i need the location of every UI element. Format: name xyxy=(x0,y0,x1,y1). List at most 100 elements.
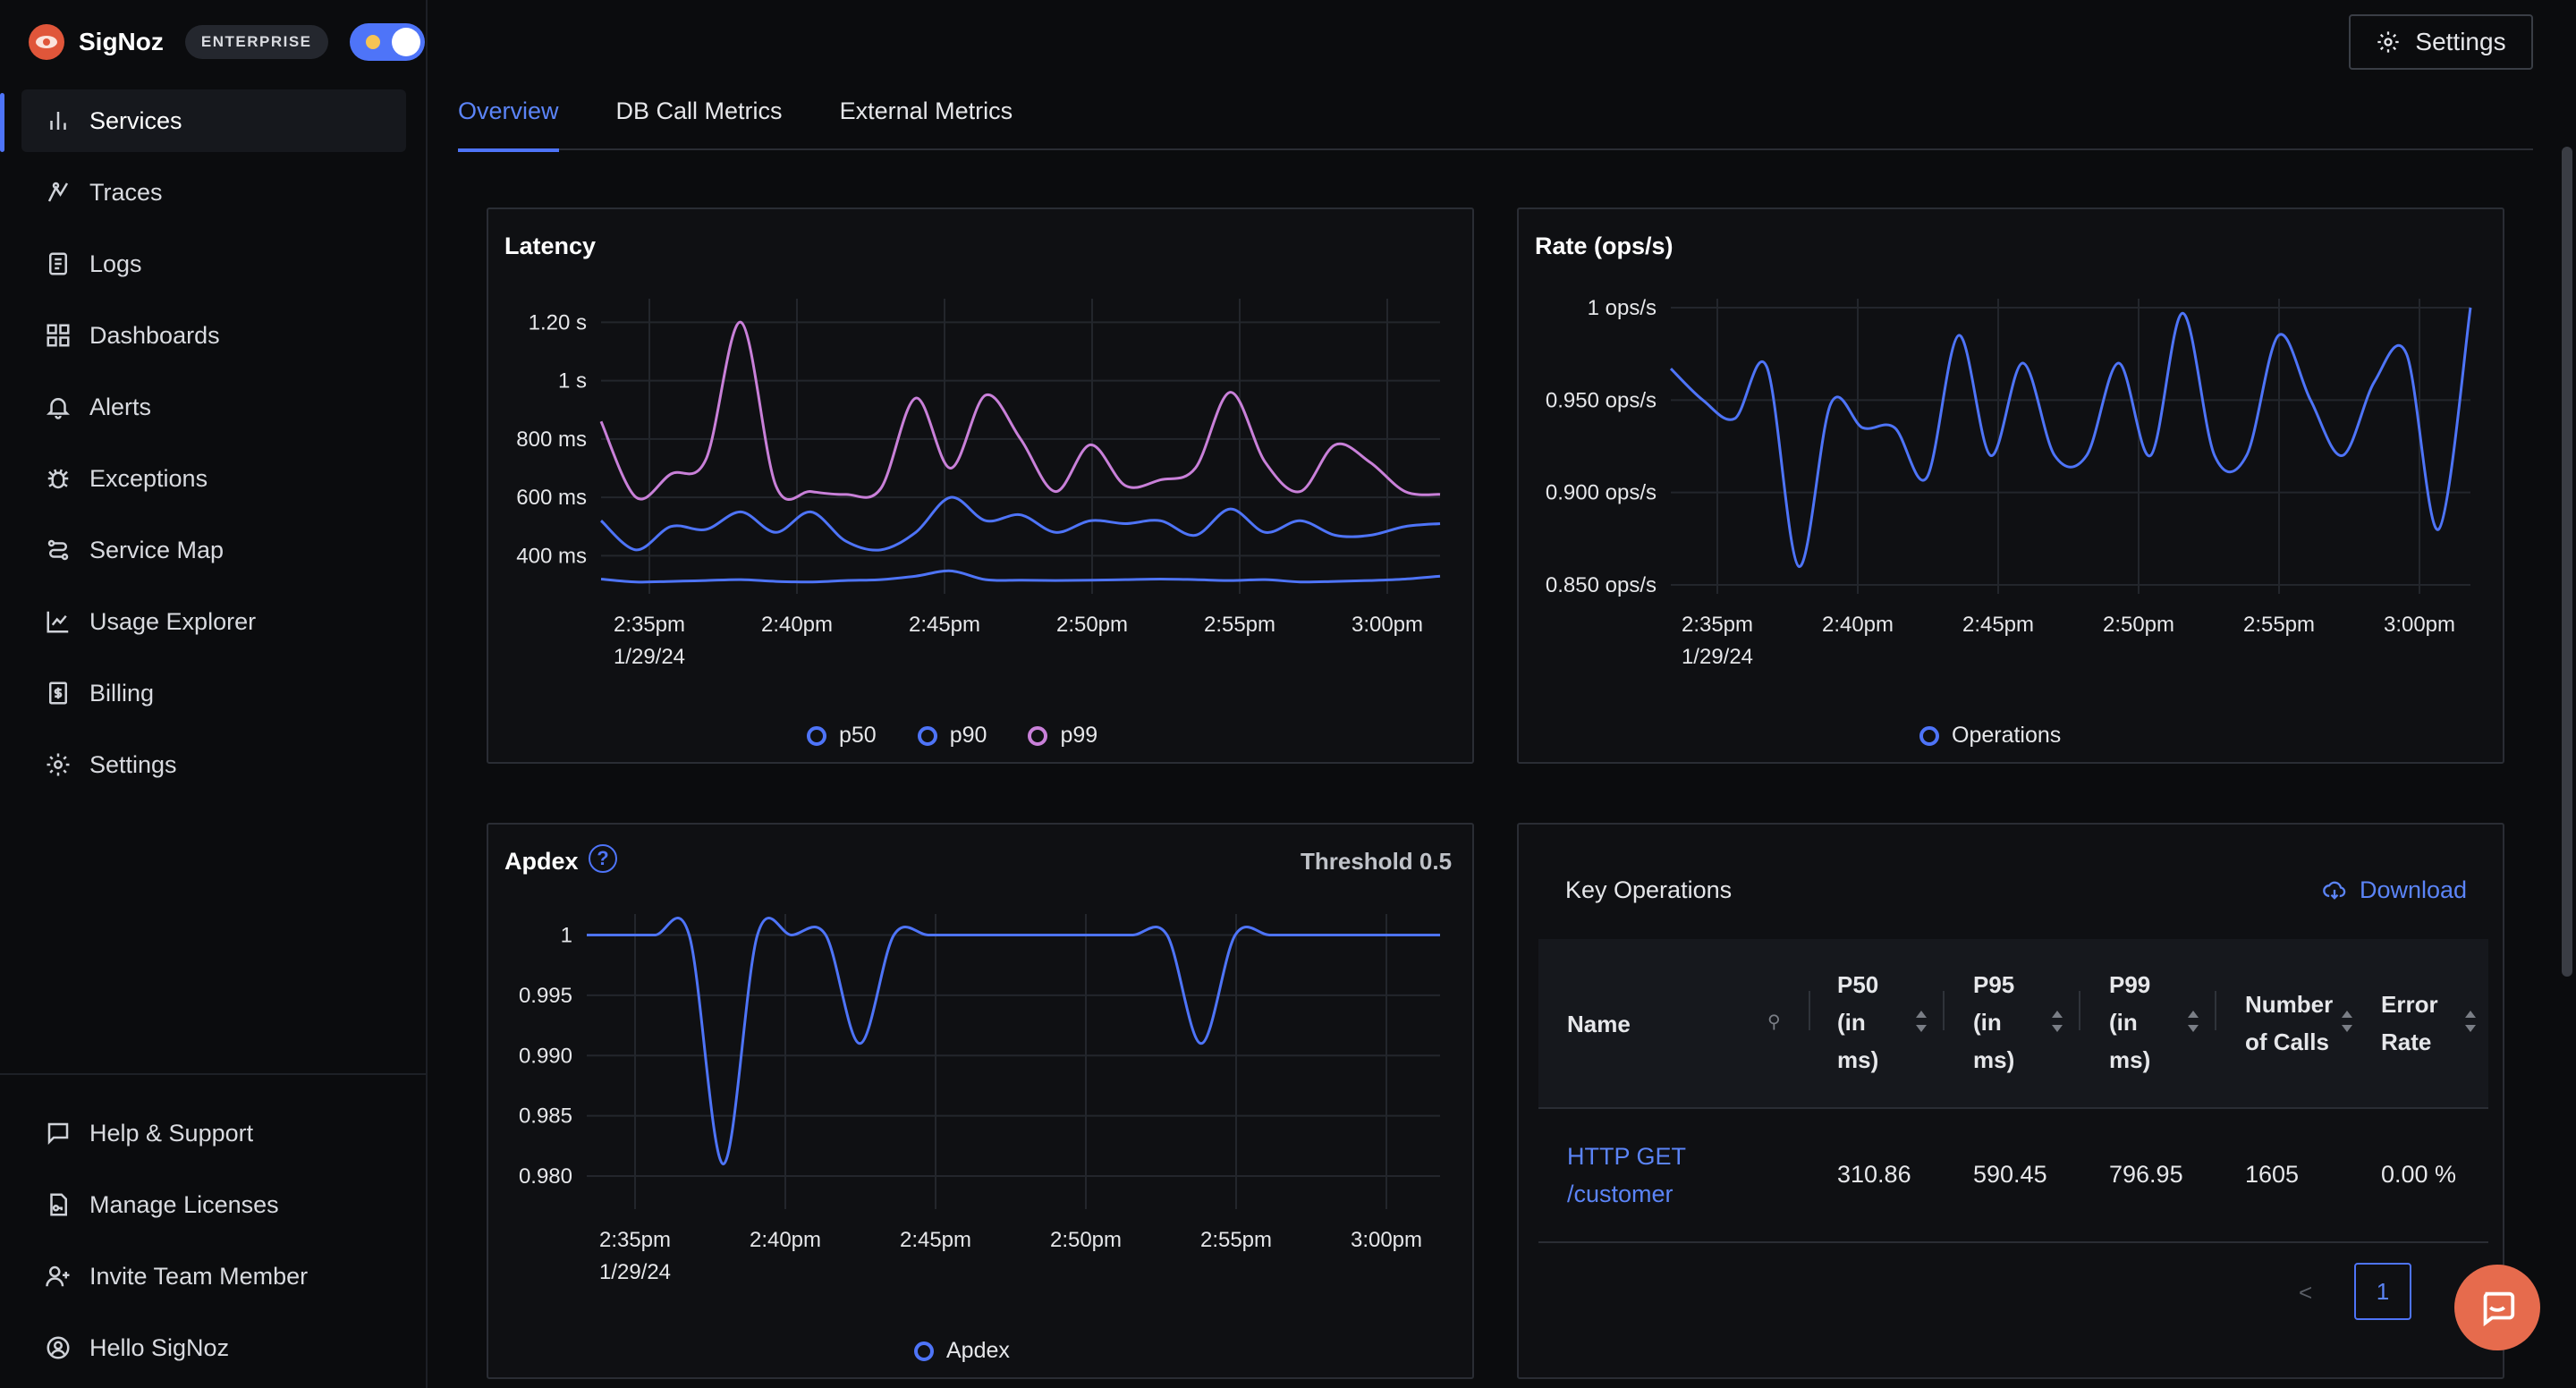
sidebar-item-help-support[interactable]: Help & Support xyxy=(21,1102,406,1164)
y-tick-label: 800 ms xyxy=(516,427,587,452)
sidebar-item-label: Exceptions xyxy=(89,464,208,492)
legend-item-operations[interactable]: Operations xyxy=(1919,723,2061,749)
y-tick-label: 1.20 s xyxy=(529,310,587,334)
legend-dot xyxy=(1028,725,1048,746)
tab-external-metrics[interactable]: External Metrics xyxy=(840,82,1013,150)
sidebar-item-exceptions[interactable]: Exceptions xyxy=(21,447,406,510)
sidebar-item-label: Usage Explorer xyxy=(89,607,257,635)
series-line-p90[interactable] xyxy=(599,495,1441,552)
column-header-p99[interactable]: P99 (in ms) xyxy=(2109,966,2163,1079)
table-row[interactable]: HTTP GET /customer 310.86 590.45 796.95 … xyxy=(1538,1109,2488,1243)
sidebar-item-usage-explorer[interactable]: Usage Explorer xyxy=(21,590,406,653)
table-header: Name ⚲ P50 (in ms) P95 (in ms) P99 (in m… xyxy=(1538,939,2488,1109)
pagination-page-1[interactable]: 1 xyxy=(2354,1263,2411,1320)
sort-icon[interactable] xyxy=(2050,1011,2063,1032)
dashboard-icon xyxy=(45,322,72,349)
legend-label: Operations xyxy=(1952,723,2062,748)
legend-item-p50[interactable]: p50 xyxy=(807,723,877,749)
sort-icon[interactable] xyxy=(2463,1011,2476,1032)
legend-dot xyxy=(917,725,937,746)
tab-overview[interactable]: Overview xyxy=(458,82,559,152)
rate-legend: Operations xyxy=(1919,723,2102,749)
sidebar-item-label: Invite Team Member xyxy=(89,1262,309,1290)
sidebar-item-label: Settings xyxy=(89,750,177,778)
column-separator xyxy=(1809,991,1810,1030)
logs-icon xyxy=(45,250,72,277)
series-line-p99[interactable] xyxy=(599,320,1441,501)
sort-icon[interactable] xyxy=(2186,1011,2199,1032)
sidebar-item-invite-team-member[interactable]: Invite Team Member xyxy=(21,1245,406,1308)
scrollbar[interactable] xyxy=(2562,147,2572,977)
sidebar-item-service-map[interactable]: Service Map xyxy=(21,519,406,581)
legend-label: Apdex xyxy=(946,1338,1010,1363)
column-header-error-rate[interactable]: Error Rate xyxy=(2381,986,2453,1061)
rate-chart[interactable]: 2:35pm 2:40pm 2:45pm 2:50pm 2:55pm 3:00pm 1/29… xyxy=(1519,209,2506,674)
column-header-calls[interactable]: Number of Calls xyxy=(2245,986,2343,1061)
route-icon xyxy=(45,537,72,563)
download-button[interactable]: Download xyxy=(2322,876,2467,904)
message-icon xyxy=(45,1120,72,1147)
sort-icon[interactable] xyxy=(2340,1011,2352,1032)
sort-icon[interactable] xyxy=(1914,1011,1927,1032)
user-circle-icon xyxy=(45,1334,72,1361)
column-header-p50[interactable]: P50 (in ms) xyxy=(1837,966,1891,1079)
bell-icon xyxy=(45,394,72,420)
cloud-download-icon xyxy=(2323,881,2346,900)
apdex-chart[interactable]: 2:35pm 2:40pm 2:45pm 2:50pm 2:55pm 3:00pm 1/29… xyxy=(488,825,1476,1290)
legend-item-p90[interactable]: p90 xyxy=(917,723,987,749)
sidebar-item-alerts[interactable]: Alerts xyxy=(21,376,406,438)
series-line-operations[interactable] xyxy=(1669,307,2472,568)
tab-db-call-metrics[interactable]: DB Call Metrics xyxy=(616,82,783,150)
sidebar-bottom: Help & Support Manage Licenses Invite Te… xyxy=(0,1073,428,1388)
sidebar-item-logs[interactable]: Logs xyxy=(21,233,406,295)
legend-item-p99[interactable]: p99 xyxy=(1028,723,1097,749)
sidebar-item-label: Traces xyxy=(89,178,163,206)
cell-error-rate: 0.00 % xyxy=(2381,1161,2457,1188)
sidebar-item-services[interactable]: Services xyxy=(21,89,406,152)
bar-chart-icon xyxy=(45,107,72,134)
signoz-logo-icon xyxy=(29,24,64,60)
column-header-name[interactable]: Name xyxy=(1567,1005,1631,1043)
y-tick-label: 0.900 ops/s xyxy=(1546,481,1657,505)
theme-toggle[interactable] xyxy=(349,23,425,61)
bug-icon xyxy=(45,465,72,492)
latency-chart[interactable]: 2:35pm 2:40pm 2:45pm 2:50pm 2:55pm 3:00pm 1/29… xyxy=(488,209,1476,674)
key-operations-title: Key Operations xyxy=(1565,876,1733,903)
operation-name-line: /customer xyxy=(1567,1181,1674,1207)
sidebar-item-traces[interactable]: Traces xyxy=(21,161,406,224)
toggle-knob xyxy=(391,28,420,56)
traces-icon xyxy=(45,179,72,206)
apdex-panel: Apdex ? Threshold 0.5 2:35pm 2:40pm 2:45pm… xyxy=(487,823,1474,1379)
y-tick-label: 0.990 xyxy=(519,1044,572,1068)
legend-item-apdex[interactable]: Apdex xyxy=(914,1338,1010,1364)
y-tick-label: 0.950 ops/s xyxy=(1546,388,1657,412)
latency-panel: Latency 2:35pm 2:40pm 2:45pm 2:50pm 2:55pm 3:… xyxy=(487,207,1474,764)
x-tick-label: 2:45pm xyxy=(909,613,980,637)
y-tick-label: 0.995 xyxy=(519,984,572,1008)
brand-name: SigNoz xyxy=(79,28,164,55)
key-icon xyxy=(45,1191,72,1218)
sidebar-item-billing[interactable]: Billing xyxy=(21,662,406,724)
x-tick-label: 2:55pm xyxy=(1204,613,1275,637)
series-line-p50[interactable] xyxy=(600,569,1441,584)
chat-support-button[interactable] xyxy=(2454,1265,2540,1350)
sidebar-item-settings[interactable]: Settings xyxy=(21,733,406,796)
operation-name-link[interactable]: HTTP GET /customer xyxy=(1567,1138,1686,1213)
settings-button-label: Settings xyxy=(2415,28,2506,55)
series-line-apdex[interactable] xyxy=(587,917,1440,1166)
settings-button[interactable]: Settings xyxy=(2349,14,2533,70)
x-tick-label: 2:45pm xyxy=(1962,613,2034,637)
y-tick-label: 0.850 ops/s xyxy=(1546,573,1657,597)
pagination-prev-button[interactable]: < xyxy=(2299,1279,2312,1307)
column-header-p95[interactable]: P95 (in ms) xyxy=(1973,966,2027,1079)
x-tick-label: 2:40pm xyxy=(750,1228,821,1252)
sidebar-item-hello-signoz[interactable]: Hello SigNoz xyxy=(21,1316,406,1379)
y-tick-label: 400 ms xyxy=(516,544,587,568)
x-tick-label: 2:50pm xyxy=(1056,613,1128,637)
search-icon[interactable]: ⚲ xyxy=(1767,1011,1781,1033)
sidebar-item-dashboards[interactable]: Dashboards xyxy=(21,304,406,367)
brand[interactable]: SigNoz ENTERPRISE xyxy=(29,21,425,63)
edition-badge: ENTERPRISE xyxy=(184,25,328,59)
sidebar-item-label: Logs xyxy=(89,250,142,277)
sidebar-item-manage-licenses[interactable]: Manage Licenses xyxy=(21,1173,406,1236)
